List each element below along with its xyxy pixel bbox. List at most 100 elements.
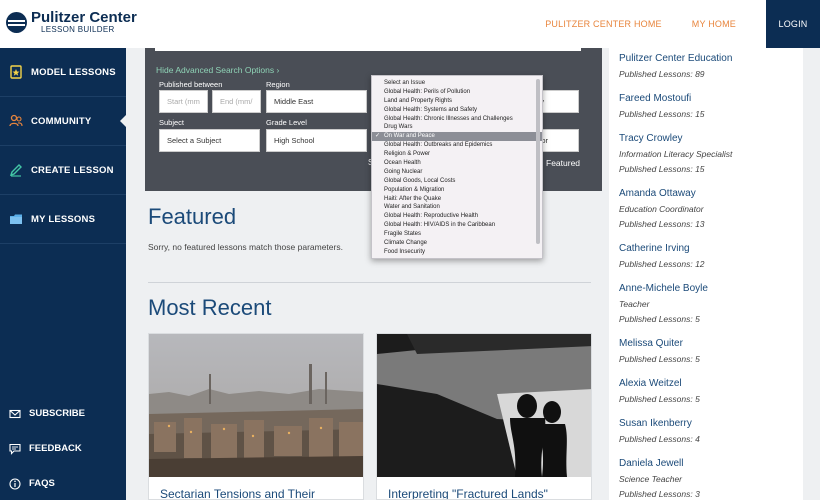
globe-logo-icon xyxy=(6,11,27,33)
member-lesson-count: Published Lessons: 12 xyxy=(619,259,705,269)
member-name-link[interactable]: Susan Ikenberry xyxy=(619,418,700,429)
community-list: Pulitzer Center Education Published Lesso… xyxy=(609,48,803,500)
sidebar-bottom-label: FEEDBACK xyxy=(29,442,82,454)
member-name-link[interactable]: Catherine Irving xyxy=(619,243,705,254)
info-circle-icon xyxy=(9,477,21,490)
people-icon xyxy=(9,114,23,128)
region-select[interactable]: Middle East xyxy=(266,90,367,113)
sidebar-item-model-lessons[interactable]: MODEL LESSONS xyxy=(0,48,126,97)
grade-level-label: Grade Level xyxy=(266,118,307,127)
nav-my-home[interactable]: MY HOME xyxy=(692,19,736,29)
sidebar-item-label: CREATE LESSON xyxy=(31,164,114,176)
nav-pulitzer-home[interactable]: PULITZER CENTER HOME xyxy=(545,19,662,29)
lesson-card-title[interactable]: Sectarian Tensions and Their xyxy=(160,487,315,499)
subject-select[interactable]: Select a Subject xyxy=(159,129,260,152)
children-silhouette-photo xyxy=(377,334,591,477)
sidebar-item-label: MODEL LESSONS xyxy=(31,66,116,78)
star-badge-icon xyxy=(9,65,23,79)
issue-option[interactable]: Drug Wars xyxy=(372,123,542,132)
search-input-bottom-edge[interactable] xyxy=(155,48,581,51)
issue-option[interactable]: Global Health: Perils of Pollution xyxy=(372,88,542,97)
member-name-link[interactable]: Pulitzer Center Education xyxy=(619,53,732,64)
issue-option[interactable]: Religion & Power xyxy=(372,150,542,159)
sidebar-item-community[interactable]: COMMUNITY xyxy=(0,97,126,146)
sidebar-faqs[interactable]: FAQS xyxy=(0,466,126,500)
issue-option[interactable]: On War and Peace xyxy=(372,132,542,142)
issue-option[interactable]: Fragile States xyxy=(372,230,542,239)
community-member: Tracy Crowley Information Literacy Specia… xyxy=(619,133,732,174)
sidebar-item-label: COMMUNITY xyxy=(31,115,92,127)
member-name-link[interactable]: Fareed Mostoufi xyxy=(619,93,705,104)
region-label: Region xyxy=(266,80,290,89)
community-member: Amanda Ottaway Education Coordinator Publi… xyxy=(619,188,705,229)
issue-option[interactable]: Haiti: After the Quake xyxy=(372,195,542,204)
member-role: Science Teacher xyxy=(619,474,683,484)
sidebar: MODEL LESSONS COMMUNITY CREATE LESSON MY… xyxy=(0,48,126,500)
issue-dropdown-menu[interactable]: Select an Issue Global Health: Perils of … xyxy=(371,75,543,259)
member-role: Education Coordinator xyxy=(619,204,704,214)
issue-option[interactable]: Population & Migration xyxy=(372,186,542,195)
featured-filter-label[interactable]: Featured xyxy=(546,158,580,168)
member-lesson-count: Published Lessons: 5 xyxy=(619,394,700,404)
sidebar-item-create-lesson[interactable]: CREATE LESSON xyxy=(0,146,126,195)
issue-option[interactable]: Select an Issue xyxy=(372,79,542,88)
sidebar-feedback[interactable]: FEEDBACK xyxy=(0,431,126,465)
sidebar-bottom-label: FAQS xyxy=(29,477,55,489)
brand-subtitle: LESSON BUILDER xyxy=(41,25,115,34)
end-date-input[interactable]: End (mm/ xyxy=(212,90,261,113)
top-header: Pulitzer Center LESSON BUILDER PULITZER … xyxy=(0,0,820,48)
community-member: Susan Ikenberry Published Lessons: 4 xyxy=(619,418,700,444)
lesson-card-title[interactable]: Interpreting "Fractured Lands" xyxy=(388,487,548,499)
member-name-link[interactable]: Tracy Crowley xyxy=(619,133,732,144)
sidebar-bottom-label: SUBSCRIBE xyxy=(29,407,85,419)
login-button[interactable]: LOGIN xyxy=(766,0,820,48)
lesson-card[interactable]: Sectarian Tensions and Their xyxy=(148,333,364,500)
most-recent-heading: Most Recent xyxy=(148,295,272,320)
community-member: Melissa Quiter Published Lessons: 5 xyxy=(619,338,700,364)
section-divider xyxy=(148,282,591,283)
member-lesson-count: Published Lessons: 13 xyxy=(619,219,705,229)
hide-advanced-search-link[interactable]: Hide Advanced Search Options › xyxy=(156,65,279,75)
issue-option[interactable]: Going Nuclear xyxy=(372,168,542,177)
member-role: Teacher xyxy=(619,299,650,309)
issue-option[interactable]: Global Health: Chronic Illnesses and Cha… xyxy=(372,115,542,124)
issue-option[interactable]: Land and Property Rights xyxy=(372,97,542,106)
issue-option[interactable]: Global Health: Reproductive Health xyxy=(372,212,542,221)
member-lesson-count: Published Lessons: 3 xyxy=(619,489,700,499)
issue-option[interactable]: Global Health: HIV/AIDS in the Caribbean xyxy=(372,221,542,230)
member-lesson-count: Published Lessons: 5 xyxy=(619,314,700,324)
member-name-link[interactable]: Alexia Weitzel xyxy=(619,378,700,389)
member-name-link[interactable]: Melissa Quiter xyxy=(619,338,700,349)
sidebar-item-my-lessons[interactable]: MY LESSONS xyxy=(0,195,126,244)
member-name-link[interactable]: Daniela Jewell xyxy=(619,458,700,469)
lesson-card[interactable]: Interpreting "Fractured Lands" xyxy=(376,333,592,500)
dropdown-scrollbar[interactable] xyxy=(536,79,540,244)
no-featured-message: Sorry, no featured lessons match those p… xyxy=(148,242,343,252)
site-logo[interactable]: Pulitzer Center LESSON BUILDER xyxy=(6,10,137,34)
published-between-label: Published between xyxy=(159,80,223,89)
start-date-input[interactable]: Start (mm xyxy=(159,90,208,113)
issue-option[interactable]: Climate Change xyxy=(372,239,542,248)
sort-select[interactable]: or xyxy=(538,129,579,152)
sidebar-item-label: MY LESSONS xyxy=(31,213,96,225)
issue-option[interactable]: Food Insecurity xyxy=(372,248,542,257)
issue-select[interactable]: y xyxy=(538,90,579,113)
sidebar-subscribe[interactable]: SUBSCRIBE xyxy=(0,396,126,430)
member-name-link[interactable]: Anne-Michele Boyle xyxy=(619,283,708,294)
issue-option[interactable]: Global Health: Systems and Safety xyxy=(372,106,542,115)
issue-option[interactable]: Global Health: Outbreaks and Epidemics xyxy=(372,141,542,150)
subject-label: Subject xyxy=(159,118,185,127)
community-member: Fareed Mostoufi Published Lessons: 15 xyxy=(619,93,705,119)
grade-level-select[interactable]: High School xyxy=(266,129,367,152)
brand-title: Pulitzer Center xyxy=(31,9,137,26)
member-name-link[interactable]: Amanda Ottaway xyxy=(619,188,705,199)
issue-option[interactable]: Ocean Health xyxy=(372,159,542,168)
community-member: Alexia Weitzel Published Lessons: 5 xyxy=(619,378,700,404)
pencil-icon xyxy=(9,163,23,177)
community-member: Daniela Jewell Science Teacher Published L… xyxy=(619,458,700,499)
issue-options-list: Select an Issue Global Health: Perils of … xyxy=(372,79,542,257)
issue-option[interactable]: Water and Sanitation xyxy=(372,203,542,212)
issue-option[interactable]: Global Goods, Local Costs xyxy=(372,177,542,186)
folder-icon xyxy=(9,212,23,226)
member-lesson-count: Published Lessons: 5 xyxy=(619,354,700,364)
